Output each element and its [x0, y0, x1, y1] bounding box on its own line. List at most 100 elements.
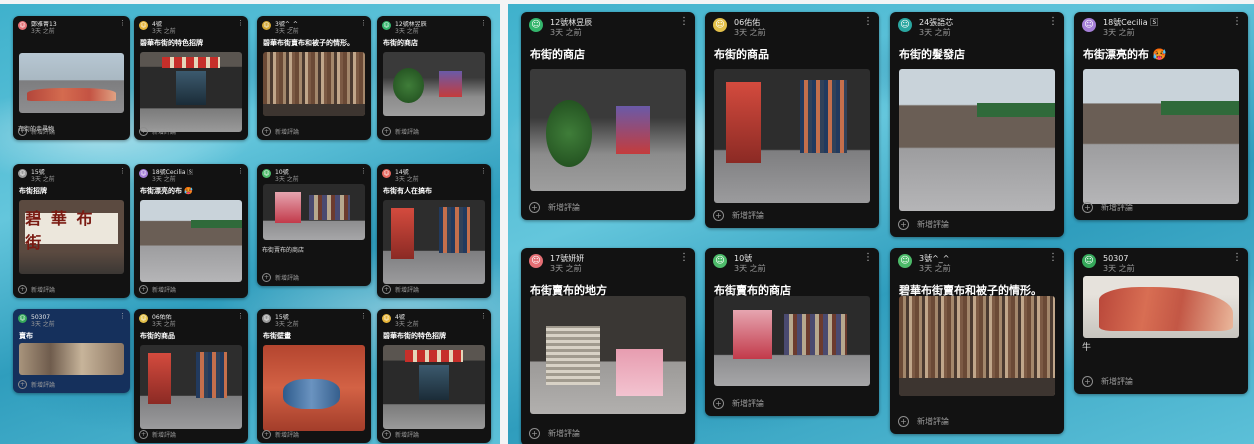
more-options-icon[interactable]: ⋮	[119, 19, 126, 27]
avatar[interactable]: ☺	[382, 314, 391, 323]
post-image[interactable]	[383, 200, 485, 284]
add-comment-button[interactable]: + 新增評論	[1082, 376, 1133, 387]
more-options-icon[interactable]: ⋮	[863, 252, 873, 263]
post-card[interactable]: ☺ 12號林昱辰 3天 之前 ⋮ 布街的商店 + 新增評論	[377, 16, 491, 140]
post-image[interactable]	[383, 52, 485, 116]
add-comment-button[interactable]: + 新增評論	[529, 202, 580, 213]
more-options-icon[interactable]: ⋮	[480, 312, 487, 320]
post-image[interactable]	[714, 296, 870, 386]
avatar[interactable]: ☺	[713, 254, 727, 268]
more-options-icon[interactable]: ⋮	[1232, 252, 1242, 263]
add-comment-button[interactable]: + 新增評論	[139, 127, 176, 136]
avatar[interactable]: ☺	[529, 18, 543, 32]
more-options-icon[interactable]: ⋮	[119, 312, 126, 320]
add-comment-button[interactable]: + 新增評論	[529, 428, 580, 439]
post-image[interactable]	[1083, 69, 1239, 204]
post-card[interactable]: ☺ 3號^_^ 3天 之前 ⋮ 碧華布街賣布和被子的情形。 + 新增評論	[257, 16, 371, 140]
post-image[interactable]	[140, 52, 242, 132]
add-comment-button[interactable]: + 新增評論	[262, 430, 299, 439]
post-card[interactable]: ☺ 50307 3天 之前 ⋮ 賣布 + 新增評論	[13, 309, 130, 393]
avatar[interactable]: ☺	[529, 254, 543, 268]
post-image[interactable]	[1083, 276, 1239, 338]
post-card[interactable]: ☺ 10號 3天 之前 ⋮ 布街賣布的商店 + 新增評論	[257, 164, 371, 286]
add-comment-button[interactable]: + 新增評論	[18, 380, 55, 389]
post-image[interactable]	[714, 69, 870, 203]
add-comment-button[interactable]: + 新增評論	[382, 127, 419, 136]
post-image[interactable]	[530, 69, 686, 191]
add-comment-button[interactable]: + 新增評論	[898, 219, 949, 230]
post-card[interactable]: ☺ 14號 3天 之前 ⋮ 布街有人在搞布 + 新增評論	[377, 164, 491, 298]
add-comment-button[interactable]: + 新增評論	[898, 416, 949, 427]
post-image[interactable]	[19, 53, 124, 113]
more-options-icon[interactable]: ⋮	[480, 19, 487, 27]
more-options-icon[interactable]: ⋮	[360, 167, 367, 175]
avatar[interactable]: ☺	[898, 254, 912, 268]
post-card[interactable]: ☺ 4號 3天 之前 ⋮ 碧華布街的特色招牌 + 新增評論	[134, 16, 248, 140]
post-card[interactable]: ☺ 15號3天 之前 ⋮ 布街招牌 + 新增評論	[13, 164, 130, 298]
more-options-icon[interactable]: ⋮	[679, 252, 689, 263]
post-card[interactable]: ☺ 10號 3天 之前 ⋮ 布街賣布的商店 + 新增評論	[705, 248, 879, 416]
post-image[interactable]	[140, 200, 242, 282]
post-card[interactable]: ☺ 17號妍妍 3天 之前 ⋮ 布街賣布的地方 + 新增評論	[521, 248, 695, 444]
post-card[interactable]: ☺ 18號Cecilia 🅂 3天 之前 ⋮ 布街漂亮的布 🥵 + 新增評論	[134, 164, 248, 298]
post-card[interactable]: ☺ 06佑佑 3天 之前 ⋮ 布街的商品 + 新增評論	[705, 12, 879, 228]
post-card[interactable]: ☺ 50307 3天 之前 ⋮ 牛 + 新增評論	[1074, 248, 1248, 394]
more-options-icon[interactable]: ⋮	[1048, 252, 1058, 263]
avatar[interactable]: ☺	[713, 18, 727, 32]
avatar[interactable]: ☺	[139, 169, 148, 178]
add-comment-button[interactable]: + 新增評論	[382, 285, 419, 294]
add-comment-button[interactable]: + 新增評論	[18, 285, 55, 294]
post-image[interactable]	[19, 343, 124, 375]
more-options-icon[interactable]: ⋮	[119, 167, 126, 175]
add-comment-button[interactable]: + 新增評論	[139, 285, 176, 294]
add-comment-button[interactable]: + 新增評論	[18, 127, 55, 136]
more-options-icon[interactable]: ⋮	[480, 167, 487, 175]
post-card[interactable]: ☺ 06佑佑 3天 之前 ⋮ 布街的商品 + 新增評論	[134, 309, 248, 443]
add-comment-button[interactable]: + 新增評論	[139, 430, 176, 439]
avatar[interactable]: ☺	[1082, 18, 1096, 32]
post-image[interactable]	[263, 345, 365, 431]
more-options-icon[interactable]: ⋮	[679, 16, 689, 27]
post-image[interactable]	[899, 69, 1055, 211]
avatar[interactable]: ☺	[382, 21, 391, 30]
add-comment-button[interactable]: + 新增評論	[713, 398, 764, 409]
post-image[interactable]	[530, 296, 686, 414]
post-card[interactable]: ☺ 4號 3天 之前 ⋮ 碧華布街的特色招牌 + 新增評論	[377, 309, 491, 443]
avatar[interactable]: ☺	[262, 314, 271, 323]
post-card[interactable]: ☺ 3號^_^ 3天 之前 ⋮ 碧華布街賣布和被子的情形。 + 新增評論	[890, 248, 1064, 434]
avatar[interactable]: ☺	[898, 18, 912, 32]
post-image[interactable]	[263, 52, 365, 116]
more-options-icon[interactable]: ⋮	[237, 19, 244, 27]
more-options-icon[interactable]: ⋮	[360, 19, 367, 27]
post-image[interactable]	[263, 184, 365, 240]
avatar[interactable]: ☺	[139, 314, 148, 323]
add-comment-button[interactable]: + 新增評論	[382, 430, 419, 439]
more-options-icon[interactable]: ⋮	[360, 312, 367, 320]
more-options-icon[interactable]: ⋮	[237, 312, 244, 320]
avatar[interactable]: ☺	[18, 314, 27, 323]
avatar[interactable]: ☺	[262, 169, 271, 178]
add-comment-button[interactable]: + 新增評論	[262, 273, 299, 282]
post-image[interactable]	[899, 296, 1055, 396]
add-comment-button[interactable]: + 新增評論	[1082, 202, 1133, 213]
post-card[interactable]: ☺ 24張語芯 3天 之前 ⋮ 布街的髮發店 + 新增評論	[890, 12, 1064, 237]
post-image[interactable]	[19, 200, 124, 274]
post-card[interactable]: ☺ 15號 3天 之前 ⋮ 布街壁畫 + 新增評論	[257, 309, 371, 443]
avatar[interactable]: ☺	[18, 21, 27, 30]
avatar[interactable]: ☺	[139, 21, 148, 30]
post-card[interactable]: ☺ 18號Cecilia 🅂 3天 之前 ⋮ 布街漂亮的布 🥵 + 新增評論	[1074, 12, 1248, 220]
post-card[interactable]: ☺ 12號林昱辰 3天 之前 ⋮ 布街的商店 + 新增評論	[521, 12, 695, 220]
more-options-icon[interactable]: ⋮	[1232, 16, 1242, 27]
post-image[interactable]	[140, 345, 242, 429]
add-comment-button[interactable]: + 新增評論	[713, 210, 764, 221]
add-comment-button[interactable]: + 新增評論	[262, 127, 299, 136]
more-options-icon[interactable]: ⋮	[1048, 16, 1058, 27]
post-image[interactable]	[383, 345, 485, 429]
post-card[interactable]: ☺ 鄭雅菁13 3天 之前 ⋮ 布街的走尋物 + 新增評論	[13, 16, 130, 140]
avatar[interactable]: ☺	[18, 169, 27, 178]
avatar[interactable]: ☺	[1082, 254, 1096, 268]
avatar[interactable]: ☺	[382, 169, 391, 178]
more-options-icon[interactable]: ⋮	[863, 16, 873, 27]
more-options-icon[interactable]: ⋮	[237, 167, 244, 175]
avatar[interactable]: ☺	[262, 21, 271, 30]
